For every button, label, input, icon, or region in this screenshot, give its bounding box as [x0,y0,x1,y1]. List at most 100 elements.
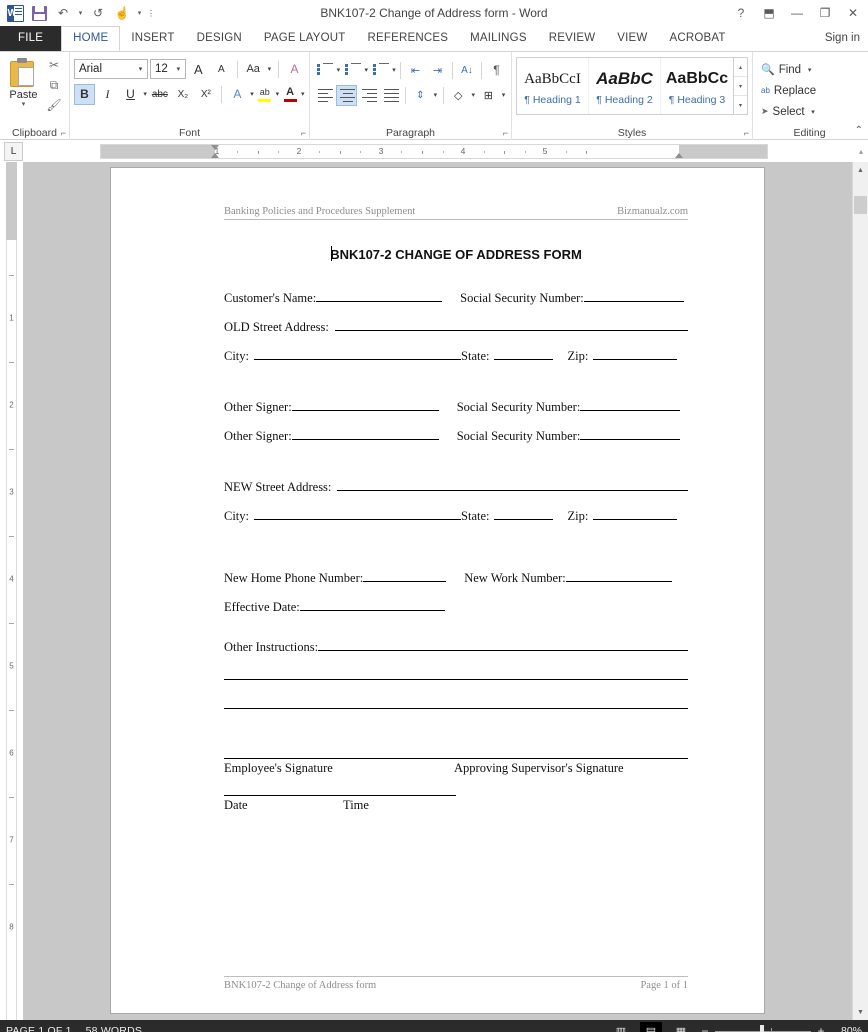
input-ssn-1[interactable] [583,289,684,302]
input-new-work-number[interactable] [565,569,672,582]
tab-page-layout[interactable]: PAGE LAYOUT [253,26,357,51]
decrease-indent-icon[interactable]: ⇤ [405,60,426,81]
styles-more-icon[interactable]: ▾ [734,96,747,114]
select-dropdown-icon[interactable]: ▾ [809,108,818,116]
styles-dialog-launcher[interactable]: ⌐ [744,128,749,138]
input-other-instructions-1[interactable] [318,638,688,651]
change-case-icon[interactable]: Aa [243,59,264,80]
zoom-out-button[interactable]: − [700,1024,710,1032]
horizontal-ruler[interactable]: 1 2 3 4 5 [100,144,768,159]
undo-icon[interactable]: ↶ [52,2,74,24]
input-other-instructions-2[interactable] [224,667,688,680]
tab-view[interactable]: VIEW [606,26,658,51]
first-line-indent-marker[interactable] [211,145,219,150]
redo-icon[interactable]: ↺ [87,2,109,24]
subscript-button[interactable]: X₂ [172,84,193,105]
paste-dropdown-icon[interactable]: ▾ [22,101,26,109]
minimize-icon[interactable]: — [788,0,806,26]
restore-icon[interactable]: ❐ [816,0,834,26]
format-painter-icon[interactable]: 🖌 [46,98,61,113]
copy-icon[interactable]: ⧉ [50,78,59,93]
styles-scroll-up-icon[interactable]: ▴ [734,58,747,77]
underline-button[interactable]: U [120,84,141,105]
input-city-old[interactable] [254,347,462,360]
tab-review[interactable]: REVIEW [538,26,607,51]
tab-design[interactable]: DESIGN [186,26,253,51]
touch-dropdown-icon[interactable]: ▾ [135,2,144,24]
print-layout-view-icon[interactable]: ▤ [640,1022,662,1032]
word-logo-icon[interactable]: W [4,2,26,24]
font-size-dropdown-icon[interactable]: ▾ [172,65,185,73]
read-mode-view-icon[interactable]: ▥ [610,1022,632,1032]
web-layout-view-icon[interactable]: ▦ [670,1022,692,1032]
document-page[interactable]: Banking Policies and Procedures Suppleme… [111,168,764,1013]
multilevel-dropdown-icon[interactable]: ▾ [392,66,397,74]
styles-scroll-down-icon[interactable]: ▾ [734,77,747,96]
ruler-toggle-icon[interactable]: ▴ [859,147,868,156]
change-case-dropdown-icon[interactable]: ▾ [266,65,273,73]
numbering-button[interactable] [342,60,363,81]
text-effects-dropdown-icon[interactable]: ▾ [250,90,254,98]
sign-in-link[interactable]: Sign in [825,26,868,51]
show-formatting-marks-icon[interactable]: ¶ [486,60,507,81]
underline-dropdown-icon[interactable]: ▾ [143,90,147,98]
vertical-ruler[interactable]: 1 2 3 4 5 6 7 8 [0,162,23,1020]
align-left-button[interactable] [314,85,335,106]
clear-formatting-icon[interactable]: A [284,59,305,80]
save-icon[interactable] [28,2,50,24]
ribbon-display-options-icon[interactable]: ⬒ [760,0,778,26]
input-old-street[interactable] [334,318,688,331]
document-scroll-area[interactable]: Banking Policies and Procedures Suppleme… [23,162,852,1020]
font-color-button[interactable]: A [282,84,299,105]
right-indent-marker[interactable] [675,153,683,158]
zoom-level-label[interactable]: 80% [834,1025,862,1032]
input-state-old[interactable] [494,347,554,360]
bullets-dropdown-icon[interactable]: ▾ [336,66,341,74]
select-button[interactable]: ➤ Select ▾ [757,101,862,122]
input-customers-name[interactable] [316,289,443,302]
multilevel-list-button[interactable] [370,60,391,81]
borders-dropdown-icon[interactable]: ▾ [500,91,507,99]
style-heading-2[interactable]: AaBbC ¶ Heading 2 [589,58,661,114]
tab-insert[interactable]: INSERT [120,26,185,51]
font-name-dropdown-icon[interactable]: ▾ [134,65,147,73]
scroll-down-arrow-icon[interactable]: ▼ [853,1004,868,1020]
increase-indent-icon[interactable]: ⇥ [427,60,448,81]
font-size-combo[interactable]: 12 ▾ [150,59,186,79]
scrollbar-thumb[interactable] [854,196,867,214]
replace-button[interactable]: ab Replace [757,80,862,101]
sort-icon[interactable]: A↓ [456,60,477,81]
bold-button[interactable]: B [74,83,95,105]
text-effects-icon[interactable]: A [227,84,248,105]
scroll-up-arrow-icon[interactable]: ▲ [853,162,868,178]
align-center-button[interactable] [336,84,357,106]
superscript-button[interactable]: X² [195,84,216,105]
line-spacing-dropdown-icon[interactable]: ▾ [432,91,439,99]
paragraph-dialog-launcher[interactable]: ⌐ [503,128,508,138]
tab-acrobat[interactable]: ACROBAT [658,26,736,51]
justify-button[interactable] [380,85,401,106]
help-icon[interactable]: ? [732,0,750,26]
input-ssn-3[interactable] [580,427,681,440]
style-heading-3[interactable]: AaBbCc ¶ Heading 3 [661,58,733,114]
tab-references[interactable]: REFERENCES [357,26,460,51]
input-other-instructions-3[interactable] [224,696,688,709]
input-ssn-2[interactable] [580,398,681,411]
input-new-home-phone[interactable] [363,569,447,582]
input-other-signer-2[interactable] [291,427,439,440]
italic-button[interactable]: I [97,84,118,105]
input-other-signer-1[interactable] [291,398,439,411]
collapse-ribbon-icon[interactable]: ⌃ [855,125,863,136]
shrink-font-icon[interactable]: A [211,59,232,80]
zoom-control[interactable]: − + [700,1024,826,1032]
line-spacing-icon[interactable]: ⇕ [410,85,431,106]
style-heading-1[interactable]: AaBbCcI ¶ Heading 1 [517,58,589,114]
vertical-scrollbar[interactable]: ▲ ▼ [852,162,868,1020]
text-highlight-color-button[interactable]: ab [256,84,273,105]
borders-icon[interactable]: ⊞ [478,85,499,106]
cut-icon[interactable]: ✂ [49,58,59,73]
tab-mailings[interactable]: MAILINGS [459,26,538,51]
grow-font-icon[interactable]: A [188,59,209,80]
input-zip-old[interactable] [593,347,678,360]
clipboard-dialog-launcher[interactable]: ⌐ [61,128,66,138]
